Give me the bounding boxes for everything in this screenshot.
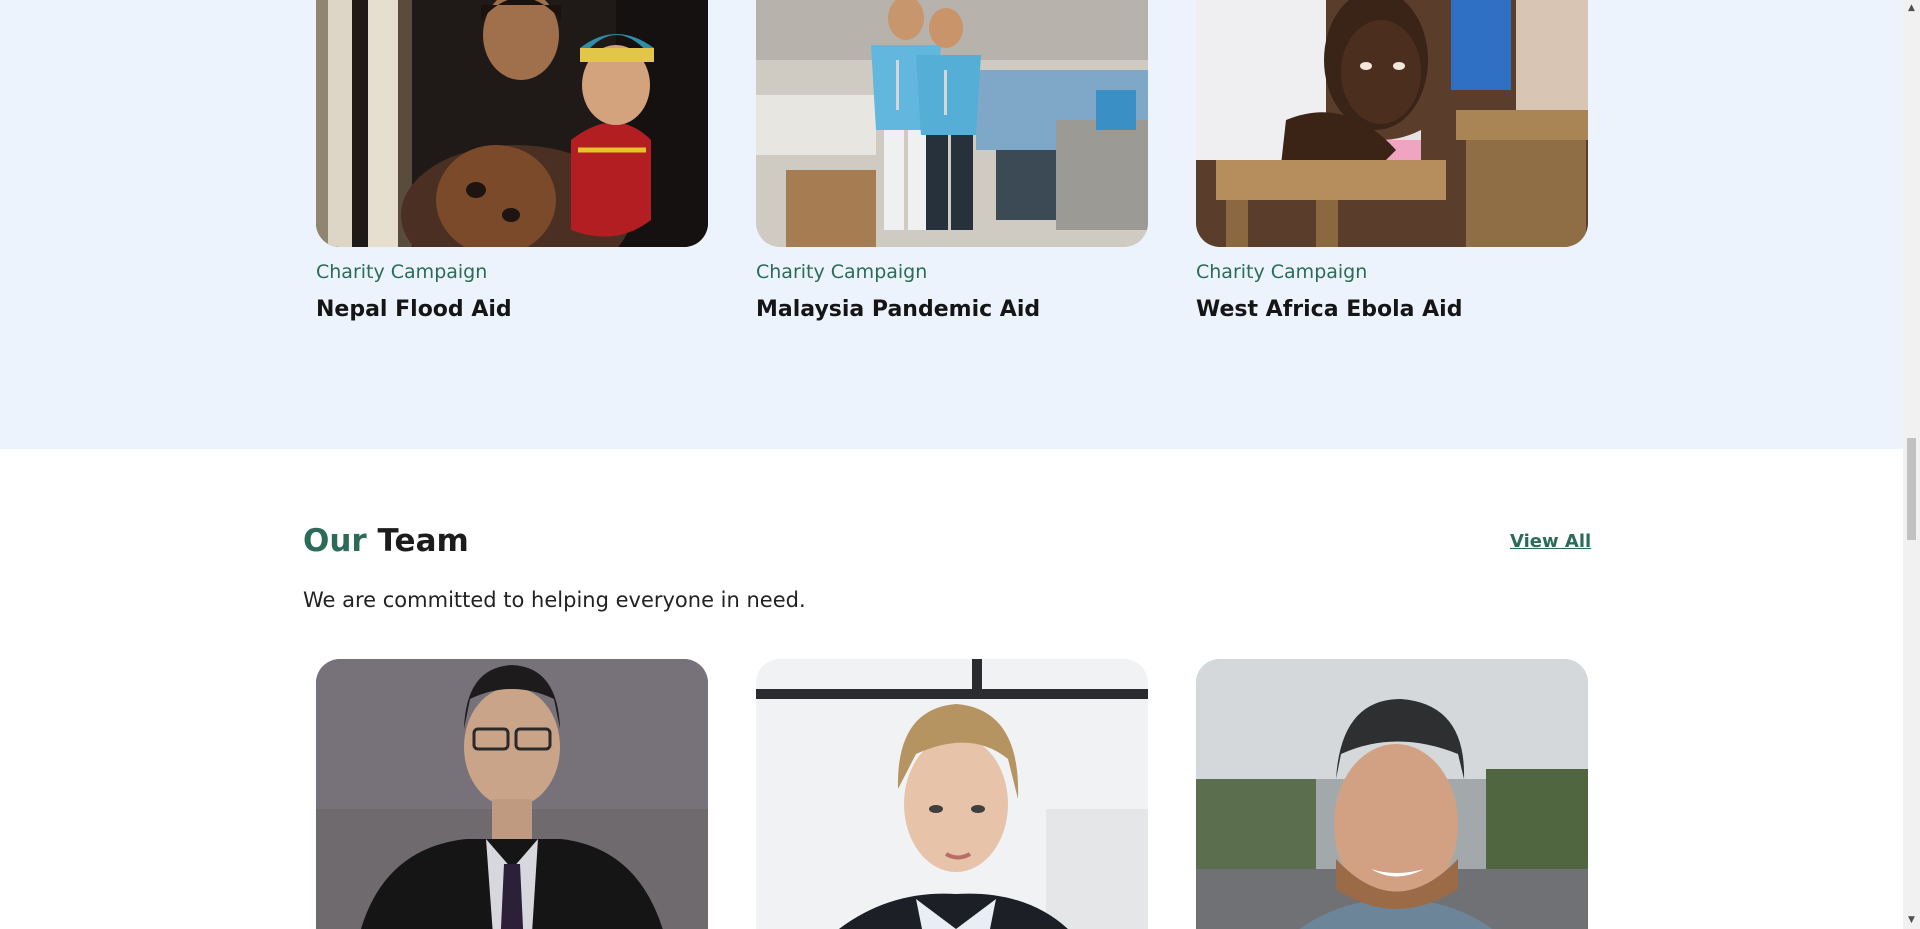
campaign-title[interactable]: Malaysia Pandemic Aid [756, 297, 1040, 322]
team-member-photo-young-man [1196, 659, 1588, 929]
team-heading-accent: Our [303, 523, 367, 559]
team-member-card[interactable] [316, 659, 708, 929]
team-member-card[interactable] [756, 659, 1148, 929]
campaign-kicker: Charity Campaign [756, 261, 928, 283]
campaigns-section: Charity Campaign Nepal Flood Aid Charity… [0, 0, 1903, 449]
campaign-photo-west-africa[interactable] [1196, 0, 1588, 247]
campaign-card-malaysia[interactable]: Charity Campaign Malaysia Pandemic Aid [756, 0, 1148, 322]
malaysia-volunteers-image [756, 0, 1148, 247]
team-member-photo-woman [756, 659, 1148, 929]
campaign-card-west-africa[interactable]: Charity Campaign West Africa Ebola Aid [1196, 0, 1588, 322]
campaign-photo-nepal[interactable] [316, 0, 708, 247]
scroll-up-icon[interactable]: ▲ [1903, 0, 1920, 17]
campaign-title[interactable]: West Africa Ebola Aid [1196, 297, 1462, 322]
team-heading-rest: Team [377, 523, 469, 559]
campaign-card-nepal[interactable]: Charity Campaign Nepal Flood Aid [316, 0, 708, 322]
team-heading: Our Team [303, 523, 469, 559]
campaign-kicker: Charity Campaign [316, 261, 488, 283]
campaign-title[interactable]: Nepal Flood Aid [316, 297, 512, 322]
page: Charity Campaign Nepal Flood Aid Charity… [0, 0, 1920, 929]
scroll-down-icon[interactable]: ▼ [1903, 912, 1920, 929]
scrollbar-thumb[interactable] [1907, 438, 1916, 540]
nepal-mother-child-image [316, 0, 708, 247]
team-member-photo-man-suit [316, 659, 708, 929]
team-member-card[interactable] [1196, 659, 1588, 929]
west-africa-children-image [1196, 0, 1588, 247]
vertical-scrollbar[interactable]: ▲ ▼ [1903, 0, 1920, 929]
team-subtitle: We are committed to helping everyone in … [303, 588, 806, 612]
campaign-photo-malaysia[interactable] [756, 0, 1148, 247]
campaign-kicker: Charity Campaign [1196, 261, 1368, 283]
team-section: Our Team View All We are committed to he… [0, 449, 1903, 929]
view-all-link[interactable]: View All [1510, 531, 1591, 552]
